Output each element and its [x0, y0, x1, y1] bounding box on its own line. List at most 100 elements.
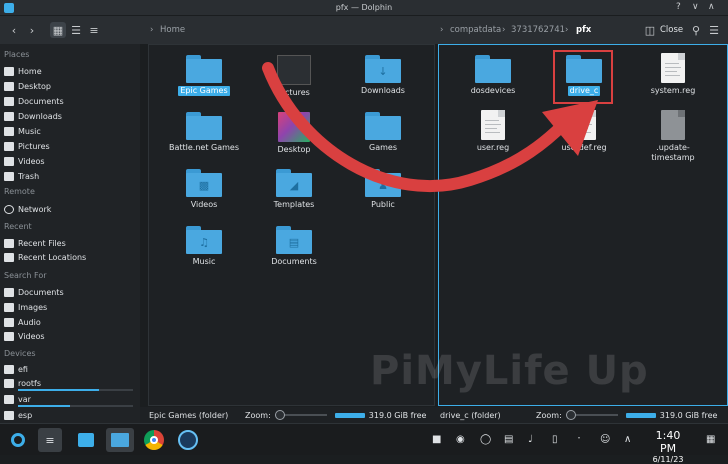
sidebar-item-search-videos[interactable]: Videos: [4, 329, 136, 343]
sidebar-item-downloads[interactable]: Downloads: [4, 109, 136, 123]
documents-folder-icon: ▤: [276, 226, 312, 254]
sidebar-item-network[interactable]: Network: [4, 202, 136, 216]
remote-header: Remote: [4, 187, 35, 196]
desktop-folder-icon: [278, 112, 310, 142]
volume-muted-icon[interactable]: ♩: [528, 434, 533, 445]
folder-dosdevices[interactable]: dosdevices: [451, 55, 535, 96]
minimize-icon[interactable]: ∨: [692, 2, 699, 12]
item-label: Desktop: [277, 145, 311, 154]
sidebar-item-recent-files[interactable]: Recent Files: [4, 236, 136, 250]
folder-public[interactable]: ♟ Public: [341, 169, 425, 210]
search-icon[interactable]: ⚲: [688, 22, 704, 38]
folder-music[interactable]: ♫ Music: [162, 226, 246, 267]
drive-icon: [4, 410, 14, 420]
sidebar-item-search-audio[interactable]: Audio: [4, 315, 136, 329]
maximize-icon[interactable]: ∧: [708, 2, 715, 12]
discover-store-icon[interactable]: [74, 428, 98, 452]
split-view-icon[interactable]: ◫: [642, 22, 658, 38]
sidebar-item-search-images[interactable]: Images: [4, 300, 136, 314]
steam-icon[interactable]: [176, 428, 200, 452]
left-breadcrumb-separator: ›: [150, 25, 154, 35]
menu-icon[interactable]: ☰: [706, 22, 722, 38]
epic-tray-icon[interactable]: ■: [432, 434, 441, 445]
clipboard-icon[interactable]: ▤: [504, 434, 513, 445]
sidebar-item-trash[interactable]: Trash: [4, 169, 136, 183]
file-system-reg[interactable]: system.reg: [631, 53, 715, 96]
zoom-slider[interactable]: [274, 410, 327, 420]
folder-games[interactable]: Games: [341, 112, 425, 153]
icons-view-icon[interactable]: ▦: [50, 22, 66, 38]
sidebar-item-desktop[interactable]: Desktop: [4, 79, 136, 93]
back-icon[interactable]: ‹: [6, 22, 22, 38]
breadcrumb-id[interactable]: 3731762741: [511, 25, 565, 35]
breadcrumb-separator: ›: [502, 25, 506, 35]
folder-icon: [186, 55, 222, 83]
sidebar-item-home[interactable]: Home: [4, 64, 136, 78]
clock-date: 6/11/23: [652, 455, 684, 464]
folder-battle-net-games[interactable]: Battle.net Games: [162, 112, 246, 153]
folder-epic-games[interactable]: Epic Games: [162, 55, 246, 96]
watermark-text: PiMyLife Up: [370, 348, 649, 394]
item-label: Games: [369, 143, 397, 152]
help-icon[interactable]: ?: [676, 2, 681, 12]
storage-icon[interactable]: ▯: [552, 434, 558, 445]
breadcrumb-pfx[interactable]: pfx: [576, 25, 591, 35]
sidebar-item-rootfs[interactable]: rootfs: [4, 376, 136, 390]
bluetooth-icon[interactable]: ᛫: [576, 434, 582, 445]
sidebar-item-documents[interactable]: Documents: [4, 94, 136, 108]
dolphin-taskbar-icon[interactable]: [106, 428, 134, 452]
breadcrumb-compatdata[interactable]: compatdata: [450, 25, 501, 35]
text-file-icon: [661, 53, 685, 83]
taskbar: ≡ ■ ◉ ◯ ▤ ♩ ▯ ᛫ ☺ ∧ 1:40 PM 6/11/23 ▦: [0, 423, 728, 464]
sidebar-item-recent-locations[interactable]: Recent Locations: [4, 250, 136, 264]
file-userdef-reg[interactable]: userdef.reg: [542, 110, 626, 153]
trash-icon: [4, 171, 14, 181]
drive-icon: [4, 378, 14, 388]
compact-view-icon[interactable]: ☰: [68, 22, 84, 38]
show-desktop-icon[interactable]: ▦: [706, 434, 715, 445]
zoom-slider[interactable]: [565, 410, 618, 420]
folder-desktop[interactable]: Desktop: [252, 112, 336, 155]
folder-videos[interactable]: ▩ Videos: [162, 169, 246, 210]
recent-header: Recent: [4, 222, 32, 231]
sidebar-item-var[interactable]: var: [4, 392, 136, 406]
audio-device-icon[interactable]: ◯: [480, 434, 491, 445]
sidebar-item-music[interactable]: Music: [4, 124, 136, 138]
folder-templates[interactable]: ◢ Templates: [252, 169, 336, 210]
free-space-label: 319.0 GiB free: [368, 410, 427, 420]
sidebar-item-pictures[interactable]: Pictures: [4, 139, 136, 153]
details-view-icon[interactable]: ≡: [86, 22, 102, 38]
folder-pictures[interactable]: Pictures: [252, 55, 336, 98]
clock[interactable]: 1:40 PM 6/11/23: [646, 429, 690, 464]
file-user-reg[interactable]: user.reg: [451, 110, 535, 153]
chrome-icon[interactable]: [142, 428, 166, 452]
folder-documents[interactable]: ▤ Documents: [252, 226, 336, 267]
images-icon: [4, 302, 14, 312]
breadcrumb-separator: ›: [565, 25, 569, 35]
sidebar-item-videos[interactable]: Videos: [4, 154, 136, 168]
sidebar-item-efi[interactable]: efi: [4, 362, 136, 376]
forward-icon[interactable]: ›: [24, 22, 40, 38]
free-space-bar: [625, 412, 656, 418]
hidden-file-icon: [661, 110, 685, 140]
sidebar-item-esp[interactable]: esp: [4, 408, 136, 422]
search-for-header: Search For: [4, 271, 47, 280]
expand-tray-icon[interactable]: ∧: [624, 434, 631, 445]
window-title: pfx — Dolphin: [335, 3, 393, 12]
free-space-label: 319.0 GiB free: [659, 410, 718, 420]
wifi-icon[interactable]: ☺: [600, 434, 610, 445]
devices-header: Devices: [4, 349, 36, 358]
app-launcher-icon[interactable]: [6, 428, 30, 452]
file-update-timestamp[interactable]: .update-timestamp: [631, 110, 715, 163]
item-label: Public: [371, 200, 395, 209]
sidebar-item-search-documents[interactable]: Documents: [4, 285, 136, 299]
breadcrumb-home[interactable]: Home: [160, 25, 185, 35]
right-status-bar: drive_c (folder) Zoom: 319.0 GiB free: [436, 407, 728, 423]
folder-icon: [475, 55, 511, 83]
item-label: Documents: [271, 257, 317, 266]
item-label: Pictures: [278, 88, 310, 97]
close-split-button[interactable]: Close: [660, 25, 683, 35]
folder-downloads[interactable]: ↓ Downloads: [341, 55, 425, 96]
system-settings-icon[interactable]: ≡: [38, 428, 62, 452]
steam-tray-icon[interactable]: ◉: [456, 434, 465, 445]
